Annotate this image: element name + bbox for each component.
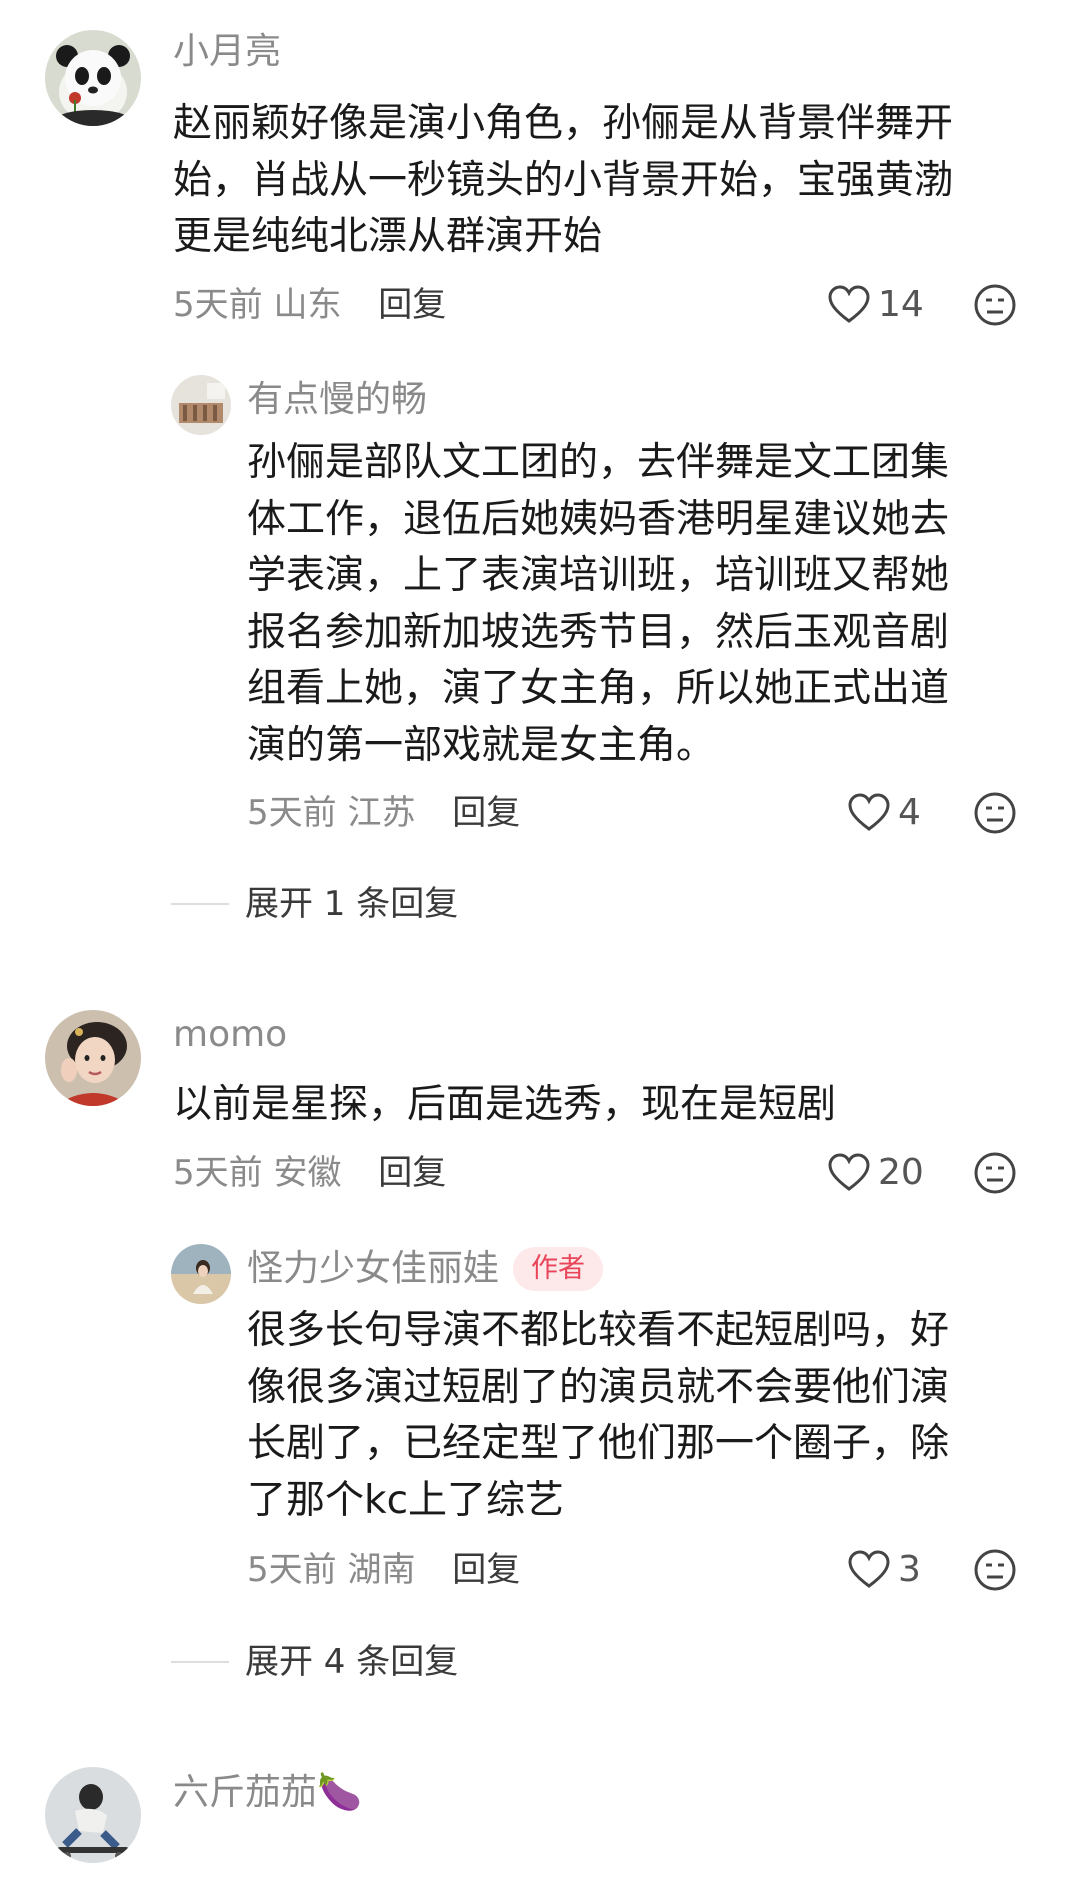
text-line: 像很多演过短剧了的演员就不会要他们演 [247, 1364, 950, 1410]
heart-icon [828, 285, 870, 323]
author-badge: 作者 [513, 1247, 604, 1291]
like-button[interactable]: 3 [848, 1548, 921, 1592]
panda-avatar[interactable] [45, 30, 141, 126]
comment-text: 孙俪是部队文工团的，去伴舞是文工团集 体工作，退伍后她姨妈香港明星建议她去 学表… [247, 435, 1047, 774]
reply-button[interactable]: 回复 [452, 793, 520, 833]
text-line: 了那个kc上了综艺 [247, 1477, 565, 1523]
beach-avatar[interactable] [171, 1244, 231, 1304]
text-line: 更是纯纯北漂从群演开始 [173, 214, 603, 259]
username[interactable]: momo [173, 1013, 287, 1057]
timestamp: 5天前 [247, 793, 337, 833]
room-avatar[interactable] [171, 375, 231, 435]
reply-button[interactable]: 回复 [378, 285, 446, 325]
username-text: 怪力少女佳丽娃 [247, 1248, 500, 1289]
location: 湖南 [347, 1550, 416, 1590]
comment-meta: 5天前 湖南 回复 [247, 1548, 520, 1592]
expand-label: 展开 4 条回复 [245, 1642, 459, 1682]
reply-button[interactable]: 回复 [452, 1550, 520, 1590]
username[interactable]: 小月亮 [173, 30, 281, 74]
comment-text: 赵丽颖好像是演小角色，孙俪是从背景伴舞开 始，肖战从一秒镜头的小背景开始，宝强黄… [173, 96, 1043, 266]
text-line: 以前是星探，后面是选秀，现在是短剧 [173, 1082, 837, 1127]
text-line: 报名参加新加坡选秀节目，然后玉观音剧 [247, 609, 950, 655]
dislike-face-icon[interactable] [973, 1548, 1017, 1592]
text-line: 组看上她，演了女主角，所以她正式出道 [247, 666, 950, 711]
username[interactable]: 六斤茄茄🍆 [173, 1771, 362, 1815]
skater-avatar[interactable] [45, 1767, 141, 1863]
comment-meta: 5天前 山东 回复 [173, 283, 446, 327]
text-line: 很多长句导演不都比较看不起短剧吗，好 [247, 1308, 950, 1353]
dislike-face-icon[interactable] [973, 283, 1017, 327]
text-line: 演的第一部戏就是女主角。 [247, 722, 716, 768]
like-button[interactable]: 14 [828, 283, 924, 327]
text-line: 长剧了，已经定型了他们那一个圈子，除 [247, 1421, 950, 1466]
text-line: 体工作，退伍后她姨妈香港明星建议她去 [247, 496, 950, 542]
timestamp: 5天前 [247, 1550, 337, 1590]
heart-icon [848, 1550, 890, 1588]
like-button[interactable]: 4 [848, 791, 921, 835]
like-button[interactable]: 20 [828, 1151, 924, 1195]
girl-avatar[interactable] [45, 1010, 141, 1106]
reply-button[interactable]: 回复 [378, 1153, 446, 1193]
timestamp: 5天前 [173, 1153, 263, 1193]
location: 江苏 [347, 793, 416, 833]
comment-text: 以前是星探，后面是选秀，现在是短剧 [173, 1077, 1043, 1134]
location: 山东 [273, 285, 342, 325]
heart-icon [828, 1153, 870, 1191]
expand-replies-button[interactable]: 展开 1 条回复 [171, 882, 458, 926]
divider [171, 1661, 229, 1663]
comment-text: 很多长句导演不都比较看不起短剧吗，好 像很多演过短剧了的演员就不会要他们演 长剧… [247, 1303, 1047, 1529]
dislike-face-icon[interactable] [973, 791, 1017, 835]
text-line: 始，肖战从一秒镜头的小背景开始，宝强黄渤 [173, 157, 954, 203]
location: 安徽 [273, 1153, 342, 1193]
divider [171, 903, 229, 905]
username[interactable]: 怪力少女佳丽娃 作者 [247, 1247, 604, 1291]
comment-meta: 5天前 江苏 回复 [247, 791, 520, 835]
text-line: 赵丽颖好像是演小角色，孙俪是从背景伴舞开 [173, 101, 954, 146]
timestamp: 5天前 [173, 285, 263, 325]
text-line: 孙俪是部队文工团的，去伴舞是文工团集 [247, 440, 950, 485]
heart-icon [848, 793, 890, 831]
dislike-face-icon[interactable] [973, 1151, 1017, 1195]
like-count: 4 [898, 792, 921, 833]
like-count: 14 [878, 284, 924, 325]
like-count: 3 [898, 1549, 921, 1590]
expand-label: 展开 1 条回复 [245, 884, 459, 924]
username[interactable]: 有点慢的畅 [247, 378, 427, 422]
comment-meta: 5天前 安徽 回复 [173, 1151, 446, 1195]
like-count: 20 [878, 1152, 924, 1193]
text-line: 学表演，上了表演培训班，培训班又帮她 [247, 553, 950, 598]
expand-replies-button[interactable]: 展开 4 条回复 [171, 1640, 458, 1684]
